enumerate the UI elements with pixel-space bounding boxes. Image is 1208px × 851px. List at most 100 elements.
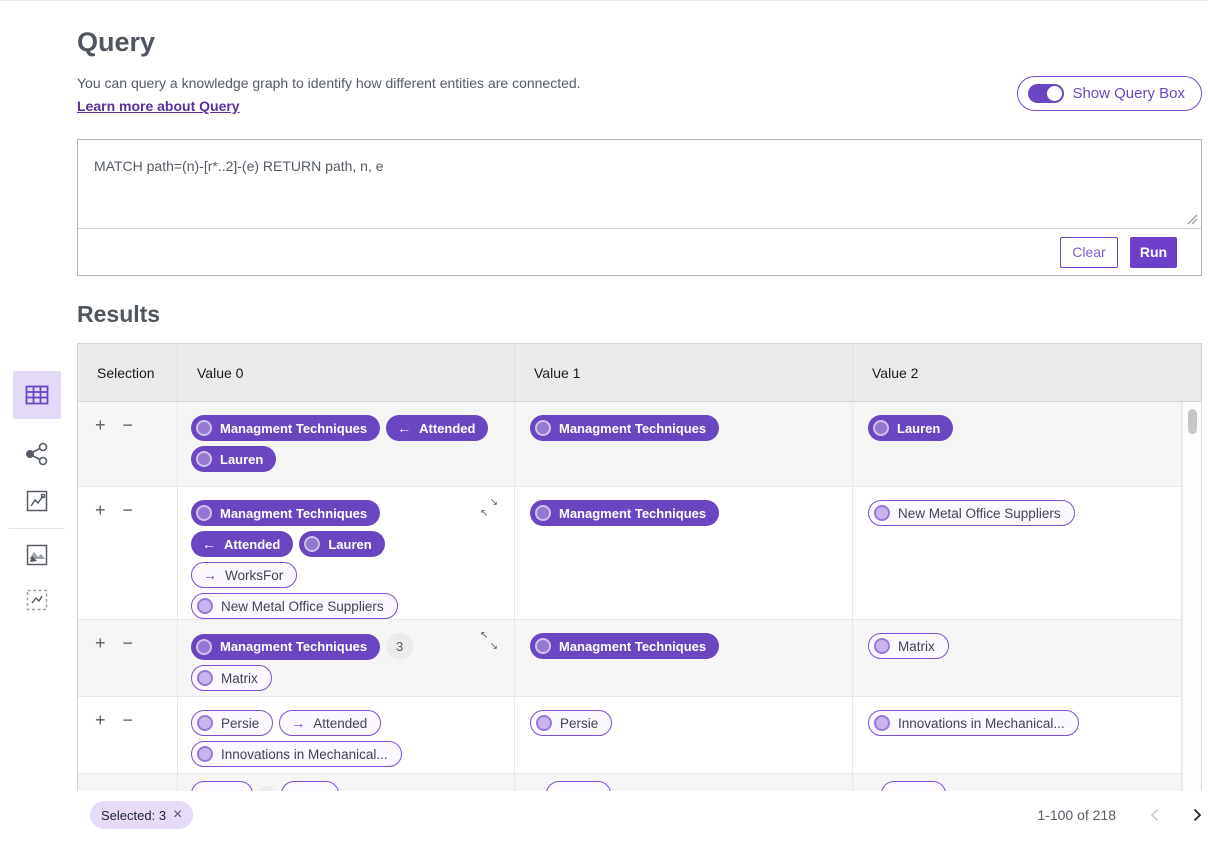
result-pill[interactable]: Lauren bbox=[868, 415, 953, 441]
entity-circle-icon bbox=[873, 420, 889, 436]
result-pill[interactable]: Managment Techniques bbox=[530, 500, 719, 526]
remove-selection-button[interactable]: − bbox=[123, 418, 134, 432]
result-pill[interactable]: Managment Techniques bbox=[191, 415, 380, 441]
result-pill[interactable]: ←Attended bbox=[386, 415, 488, 441]
result-pill[interactable]: Matrix bbox=[868, 633, 949, 659]
entity-circle-icon bbox=[874, 505, 890, 521]
column-header-value-1: Value 1 bbox=[515, 344, 853, 401]
remove-selection-button[interactable]: − bbox=[123, 636, 134, 650]
value-cell: Managment Techniques bbox=[515, 620, 853, 696]
result-pill[interactable] bbox=[881, 781, 946, 791]
result-pill[interactable]: New Metal Office Suppliers bbox=[191, 593, 398, 619]
remove-selection-button[interactable]: − bbox=[123, 713, 134, 727]
sidebar-item-map-view[interactable] bbox=[25, 543, 49, 567]
entity-circle-icon bbox=[196, 505, 212, 521]
pill-label: Lauren bbox=[328, 537, 371, 552]
selected-count-chip[interactable]: Selected: 3 × bbox=[90, 801, 193, 829]
pill-line: Matrix bbox=[868, 633, 1181, 659]
pagination-range-label: 1-100 of 218 bbox=[1037, 807, 1116, 823]
chevron-right-icon bbox=[1193, 808, 1202, 822]
result-pill[interactable]: Matrix bbox=[191, 665, 272, 691]
pill-line: ←Attended Lauren bbox=[191, 531, 514, 557]
expand-cell-icon[interactable]: ↖↘ bbox=[480, 630, 498, 652]
result-pill[interactable]: New Metal Office Suppliers bbox=[868, 500, 1075, 526]
arrow-left-icon: ← bbox=[391, 420, 411, 436]
pagination: 1-100 of 218 bbox=[1037, 801, 1202, 829]
result-pill[interactable]: Lauren bbox=[191, 446, 276, 472]
result-pill[interactable] bbox=[546, 781, 611, 791]
result-pill[interactable]: Managment Techniques bbox=[191, 634, 380, 660]
selection-cell: +− bbox=[78, 402, 178, 486]
pill-label: Matrix bbox=[898, 639, 935, 654]
value-cell: Managment Techniques←Attended Lauren bbox=[178, 402, 515, 486]
remove-selection-button[interactable]: − bbox=[123, 503, 134, 517]
previous-page-button[interactable] bbox=[1150, 808, 1159, 822]
entity-circle-icon bbox=[197, 746, 213, 762]
query-textarea[interactable]: MATCH path=(n)-[r*..2]-(e) RETURN path, … bbox=[78, 140, 1201, 229]
result-pill[interactable]: Innovations in Mechanical... bbox=[191, 741, 402, 767]
pill-line: Managment Techniques←Attended bbox=[191, 415, 514, 441]
show-query-box-toggle[interactable]: Show Query Box bbox=[1017, 76, 1202, 111]
result-pill[interactable]: Persie bbox=[191, 710, 273, 736]
result-pill[interactable]: ←Attended bbox=[191, 531, 293, 557]
diagonal-arrow-icon: ↖ bbox=[480, 630, 488, 641]
add-selection-button[interactable]: + bbox=[95, 418, 106, 432]
entity-circle-icon bbox=[536, 715, 552, 731]
textarea-resize-handle[interactable] bbox=[1186, 213, 1198, 225]
value-cell: Lauren bbox=[853, 402, 1182, 486]
value-cell: Managment Techniques bbox=[515, 487, 853, 619]
sidebar-item-chart-view[interactable] bbox=[25, 489, 49, 513]
pill-line: Lauren bbox=[868, 415, 1181, 441]
vertical-scrollbar-track[interactable] bbox=[1182, 402, 1201, 791]
result-pill[interactable]: →Attended bbox=[279, 710, 381, 736]
result-pill[interactable]: Managment Techniques bbox=[191, 500, 380, 526]
results-table-header: SelectionValue 0Value 1Value 2 bbox=[78, 344, 1201, 402]
map-icon bbox=[25, 543, 49, 567]
table-row: +−Managment Techniques3Matrix↖↘Managment… bbox=[78, 620, 1182, 697]
pill-line: Innovations in Mechanical... bbox=[868, 710, 1181, 736]
pill-label: Innovations in Mechanical... bbox=[898, 716, 1065, 731]
result-pill[interactable]: Managment Techniques bbox=[530, 633, 719, 659]
add-selection-button[interactable]: + bbox=[95, 503, 106, 517]
run-button[interactable]: Run bbox=[1130, 237, 1177, 268]
clear-selection-icon[interactable]: × bbox=[173, 807, 182, 823]
clear-button[interactable]: Clear bbox=[1060, 237, 1118, 268]
selection-cell: +− bbox=[78, 620, 178, 696]
result-pill[interactable]: Managment Techniques bbox=[530, 415, 719, 441]
pill-line bbox=[191, 781, 514, 791]
query-page: Query You can query a knowledge graph to… bbox=[0, 0, 1208, 851]
sidebar-item-table-view[interactable] bbox=[13, 371, 61, 419]
result-pill[interactable]: Innovations in Mechanical... bbox=[868, 710, 1079, 736]
view-switcher-rail bbox=[12, 371, 62, 612]
pill-label: Persie bbox=[560, 716, 598, 731]
vertical-scrollbar-thumb[interactable] bbox=[1188, 409, 1197, 434]
entity-circle-icon bbox=[535, 505, 551, 521]
selection-box-icon bbox=[25, 588, 49, 612]
diagonal-arrow-icon: ↘ bbox=[490, 497, 498, 508]
result-pill[interactable]: Persie bbox=[530, 710, 612, 736]
result-pill[interactable]: →WorksFor bbox=[191, 562, 297, 588]
results-title: Results bbox=[77, 301, 160, 328]
next-page-button[interactable] bbox=[1193, 808, 1202, 822]
column-header-selection: Selection bbox=[78, 344, 178, 401]
selection-cell: +− bbox=[78, 697, 178, 773]
results-table-body: +−Managment Techniques←AttendedLaurenMan… bbox=[78, 402, 1201, 791]
result-pill[interactable] bbox=[191, 781, 253, 791]
value-cell bbox=[853, 774, 1182, 791]
arrow-right-icon: → bbox=[197, 567, 217, 583]
entity-circle-icon bbox=[874, 638, 890, 654]
pill-line: Managment Techniques bbox=[530, 415, 852, 441]
sidebar-item-graph-view[interactable] bbox=[23, 440, 51, 468]
toggle-switch-icon[interactable] bbox=[1028, 84, 1064, 103]
entity-circle-icon bbox=[535, 638, 551, 654]
sidebar-item-selection-view[interactable] bbox=[25, 588, 49, 612]
add-selection-button[interactable]: + bbox=[95, 636, 106, 650]
result-pill[interactable] bbox=[281, 781, 339, 791]
learn-more-link[interactable]: Learn more about Query bbox=[77, 98, 240, 114]
entity-circle-icon bbox=[304, 536, 320, 552]
count-badge: 3 bbox=[386, 633, 413, 660]
add-selection-button[interactable]: + bbox=[95, 713, 106, 727]
result-pill[interactable]: Lauren bbox=[299, 531, 384, 557]
pill-line: Innovations in Mechanical... bbox=[191, 741, 514, 767]
collapse-cell-icon[interactable]: ↘↖ bbox=[480, 497, 498, 519]
